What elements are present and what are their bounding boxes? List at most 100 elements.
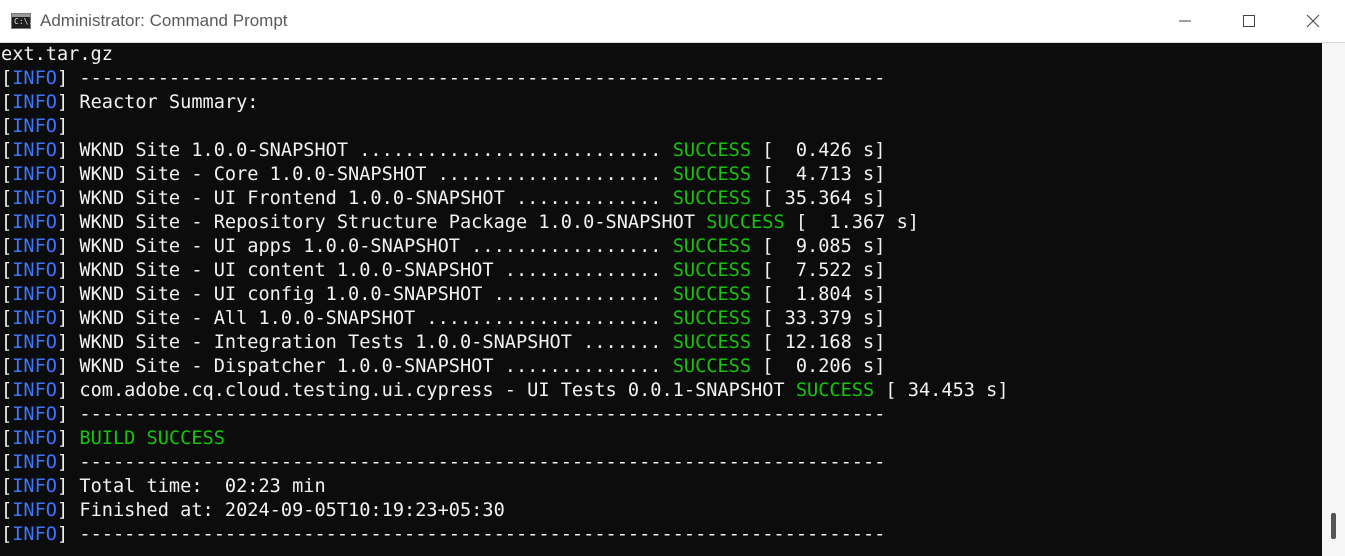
title-bar[interactable]: C:\. Administrator: Command Prompt [0, 0, 1345, 43]
duration-text: [ 4.713 s] [751, 164, 886, 185]
line-text: ext.tar.gz [1, 44, 113, 65]
console-line: [INFO] WKND Site - UI content 1.0.0-SNAP… [0, 259, 1322, 283]
vertical-scrollbar[interactable] [1322, 43, 1345, 556]
console-line: [INFO] Finished at: 2024-09-05T10:19:23+… [0, 499, 1322, 523]
duration-text: [ 0.206 s] [751, 356, 886, 377]
bracket-close: ] [56, 284, 69, 305]
bracket-open: [ [1, 308, 13, 329]
status-success: SUCCESS [672, 356, 752, 377]
status-success: SUCCESS [672, 140, 752, 161]
log-level-tag: INFO [12, 140, 57, 161]
status-success: SUCCESS [672, 332, 752, 353]
console-line: [INFO] WKND Site - Dispatcher 1.0.0-SNAP… [0, 355, 1322, 379]
console-line: [INFO] ---------------------------------… [0, 523, 1322, 547]
bracket-close: ] [56, 164, 69, 185]
status-success: SUCCESS [672, 284, 752, 305]
line-text: WKND Site - All 1.0.0-SNAPSHOT .........… [68, 308, 673, 329]
bracket-open: [ [1, 68, 13, 89]
maximize-button[interactable] [1217, 0, 1281, 42]
bracket-open: [ [1, 212, 13, 233]
close-icon [1306, 14, 1320, 28]
bracket-close: ] [56, 188, 69, 209]
log-level-tag: INFO [12, 476, 57, 497]
console-line: [INFO] ---------------------------------… [0, 451, 1322, 475]
bracket-close: ] [56, 308, 69, 329]
bracket-open: [ [1, 332, 13, 353]
log-level-tag: INFO [12, 308, 57, 329]
status-success: SUCCESS [672, 164, 752, 185]
log-level-tag: INFO [12, 188, 57, 209]
log-level-tag: INFO [12, 500, 57, 521]
duration-text: [ 0.426 s] [751, 140, 886, 161]
line-text: Total time: 02:23 min [68, 476, 326, 497]
line-text: ----------------------------------------… [68, 452, 886, 473]
window-title: Administrator: Command Prompt [40, 11, 288, 30]
status-success: SUCCESS [672, 188, 752, 209]
bracket-close: ] [56, 356, 69, 377]
duration-text: [ 9.085 s] [751, 236, 886, 257]
line-text: WKND Site - Integration Tests 1.0.0-SNAP… [68, 332, 673, 353]
duration-text: [ 33.379 s] [751, 308, 886, 329]
window-controls [1153, 0, 1345, 42]
log-level-tag: INFO [12, 524, 57, 545]
bracket-open: [ [1, 116, 13, 137]
bracket-open: [ [1, 236, 13, 257]
bracket-open: [ [1, 284, 13, 305]
bracket-close: ] [56, 236, 69, 257]
log-level-tag: INFO [12, 236, 57, 257]
console-line: [INFO] WKND Site - UI Frontend 1.0.0-SNA… [0, 187, 1322, 211]
bracket-close: ] [56, 500, 69, 521]
duration-text: [ 1.367 s] [784, 212, 919, 233]
line-text: WKND Site 1.0.0-SNAPSHOT ...............… [68, 140, 673, 161]
log-level-tag: INFO [12, 404, 57, 425]
log-level-tag: INFO [12, 68, 57, 89]
bracket-close: ] [56, 380, 69, 401]
log-level-tag: INFO [12, 92, 57, 113]
bracket-open: [ [1, 188, 13, 209]
line-text: WKND Site - Core 1.0.0-SNAPSHOT ........… [68, 164, 673, 185]
bracket-open: [ [1, 164, 13, 185]
status-success: SUCCESS [706, 212, 785, 233]
scrollbar-thumb[interactable] [1331, 513, 1336, 539]
console-line: [INFO] BUILD SUCCESS [0, 427, 1322, 451]
duration-text: [ 7.522 s] [751, 260, 886, 281]
console-line: [INFO] com.adobe.cq.cloud.testing.ui.cyp… [0, 379, 1322, 403]
duration-text: [ 35.364 s] [751, 188, 886, 209]
bracket-close: ] [56, 428, 69, 449]
bracket-open: [ [1, 500, 13, 521]
line-text: WKND Site - Dispatcher 1.0.0-SNAPSHOT ..… [68, 356, 673, 377]
console-line: [INFO] ---------------------------------… [0, 403, 1322, 427]
log-level-tag: INFO [12, 284, 57, 305]
bracket-open: [ [1, 452, 13, 473]
console-line: [INFO] WKND Site - UI config 1.0.0-SNAPS… [0, 283, 1322, 307]
console-line: [INFO] Total time: 02:23 min [0, 475, 1322, 499]
bracket-close: ] [56, 92, 69, 113]
line-text: WKND Site - UI apps 1.0.0-SNAPSHOT .....… [68, 236, 673, 257]
log-level-tag: INFO [12, 260, 57, 281]
console-line: [INFO] Reactor Summary: [0, 91, 1322, 115]
console-line: [INFO] WKND Site - UI apps 1.0.0-SNAPSHO… [0, 235, 1322, 259]
console-output[interactable]: ext.tar.gz [INFO] -----------------------… [0, 43, 1322, 556]
bracket-close: ] [56, 116, 69, 137]
log-level-tag: INFO [12, 212, 57, 233]
status-success: SUCCESS [795, 380, 875, 401]
bracket-open: [ [1, 92, 13, 113]
console-line: [INFO] WKND Site - All 1.0.0-SNAPSHOT ..… [0, 307, 1322, 331]
minimize-icon [1179, 20, 1191, 22]
line-text: WKND Site - UI Frontend 1.0.0-SNAPSHOT .… [68, 188, 673, 209]
bracket-close: ] [56, 212, 69, 233]
bracket-close: ] [56, 140, 69, 161]
duration-text: [ 34.453 s] [874, 380, 1009, 401]
console-line: ext.tar.gz [0, 43, 1322, 67]
duration-text: [ 12.168 s] [751, 332, 886, 353]
log-level-tag: INFO [12, 428, 57, 449]
close-button[interactable] [1281, 0, 1345, 42]
bracket-open: [ [1, 356, 13, 377]
bracket-close: ] [56, 260, 69, 281]
bracket-close: ] [56, 452, 69, 473]
line-text: ----------------------------------------… [68, 68, 886, 89]
minimize-button[interactable] [1153, 0, 1217, 42]
log-level-tag: INFO [12, 116, 57, 137]
log-level-tag: INFO [12, 356, 57, 377]
maximize-icon [1243, 15, 1255, 27]
